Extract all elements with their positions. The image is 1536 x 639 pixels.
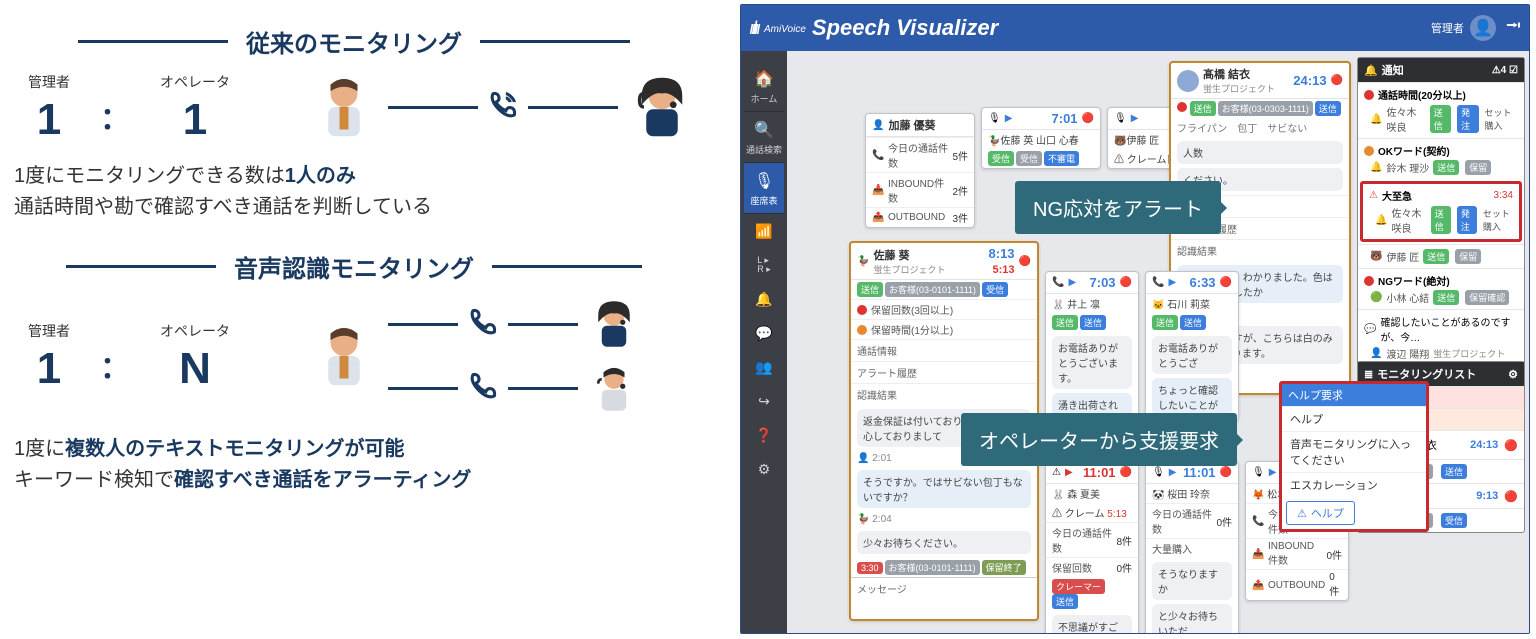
side-settings[interactable]: ⚙ [741,452,787,486]
notif-row-alert-highlight[interactable]: ⚠大至急3:34 🔔 佐々木 咲良送信発注セット購入 [1360,181,1522,242]
admin-label: 管理者 [28,72,70,92]
wave-icon: ıılıı [749,18,758,39]
side-stats[interactable]: 📶 [741,214,787,248]
left-column: 従来のモニタリング 管理者 1 ： オペレータ 1 1度にモニ [0,0,720,522]
header-user: 管理者 [1431,20,1464,36]
side-bell[interactable]: 🔔 [741,282,787,316]
ratio-row-2: 管理者 1 ： オペレータ N [8,296,700,416]
card-1101a[interactable]: ⚠▶11:01🔴 🐰 森 夏美 ⚠ クレーム 5:13 今日の通話件数8件 保留… [1045,461,1139,633]
operator-avatar [586,296,642,352]
help-item[interactable]: 音声モニタリングに入ってください [1282,431,1426,472]
connection-line [388,106,478,109]
side-help[interactable]: ❓ [741,418,787,452]
bell-icon: 🔔 [1364,64,1378,77]
notif-row[interactable]: NGワード(絶対) 🟢 小林 心結送信保留確認 [1358,268,1524,309]
card-sato-yamaguchi[interactable]: 🎙▶7:01🔴 🦆佐藤 英 山口 心春 受信受信不審電 [981,107,1101,169]
manager-avatar [308,71,380,143]
card-1101b[interactable]: 🎙▶11:01🔴 🐼 桜田 玲奈 今日の通話件数0件 大量購入 そうなりますか … [1145,461,1239,633]
help-popup: ヘルプ要求 ヘルプ 音声モニタリングに入ってください エスカレーション ⚠ ヘル… [1279,381,1429,532]
side-lr[interactable]: L ▸R ▸ [741,248,787,282]
notif-row[interactable]: 💬 確認したいことがあるのですが、今… 👤 渡辺 陽翔 蛍生プロジェクト [1358,309,1524,365]
operator-label: オペレータ [160,72,230,92]
help-button[interactable]: ⚠ ヘルプ [1286,501,1355,525]
app-window: ıılıı AmiVoice Speech Visualizer 管理者 👤 ⭲… [740,4,1530,634]
help-item[interactable]: エスカレーション [1282,472,1426,497]
card-633[interactable]: 📞▶6:33🔴 🐱 石川 莉菜 送信送信 お電話ありがとうござ ちょっと確認した… [1145,271,1239,421]
section2-desc: 1度に複数人のテキストモニタリングが可能 キーワード検知で確認すべき通話をアラー… [14,434,700,496]
ratio1-b: 1 [160,98,230,142]
side-home[interactable]: 🏠ホーム [744,61,784,112]
callout-ng-alert: NG応対をアラート [1015,181,1221,234]
help-item[interactable]: ヘルプ [1282,406,1426,431]
help-title: ヘルプ要求 [1282,384,1426,406]
phone-icon [466,305,500,344]
section2-title: 音声認識モニタリング [8,249,700,284]
operator-avatar [586,360,642,416]
ratio1-a: 1 [28,98,70,142]
app-sidebar: 🏠ホーム 🔍通話検索 🎙座席表 📶 L ▸R ▸ 🔔 💬 👥 ↪ ❓ ⚙ [741,51,787,633]
list-icon: ≣ [1364,368,1373,381]
side-seat[interactable]: 🎙座席表 [744,163,784,214]
app-header: ıılıı AmiVoice Speech Visualizer 管理者 👤 ⭲ [741,5,1529,51]
header-avatar-icon[interactable]: 👤 [1470,15,1496,41]
operator-avatar [626,71,698,143]
side-search[interactable]: 🔍通話検索 [744,112,784,163]
notif-row[interactable]: OKワード(契約) 🔔 鈴木 理沙送信保留 [1358,138,1524,179]
gear-icon[interactable]: ⚙ [1508,368,1518,381]
ratio-row-1: 管理者 1 ： オペレータ 1 [8,71,700,143]
phone-icon [466,369,500,408]
callout-help-request: オペレーターから支援要求 [961,413,1237,466]
workspace: 👤加藤 優葵 📞今日の通話件数5件 📥INBOUND件数2件 📤OUTBOUND… [787,51,1529,633]
side-chat[interactable]: 💬 [741,316,787,350]
side-export[interactable]: ↪ [741,384,787,418]
card-kato[interactable]: 👤加藤 優葵 📞今日の通話件数5件 📥INBOUND件数2件 📤OUTBOUND… [865,113,975,228]
card-703[interactable]: 📞▶7:03🔴 🐰 井上 凛 送信送信 お電話ありがとうございます。 湧き出荷さ… [1045,271,1139,436]
notif-row[interactable]: 🐻 伊藤 匠送信保留 [1358,244,1524,268]
manager-avatar [308,320,380,392]
side-users[interactable]: 👥 [741,350,787,384]
logout-icon[interactable]: ⭲ [1506,11,1521,45]
connection-line [528,106,618,109]
notif-row[interactable]: 通話時間(20分以上) 🔔 佐々木 咲良送信発注セット購入 [1358,82,1524,138]
section1-desc: 1度にモニタリングできる数は1人のみ 通話時間や勘で確認すべき通話を判断している [14,161,700,223]
app-logo: ıılıı AmiVoice Speech Visualizer [749,15,998,41]
phone-icon [486,88,520,127]
section1-title: 従来のモニタリング [8,24,700,59]
